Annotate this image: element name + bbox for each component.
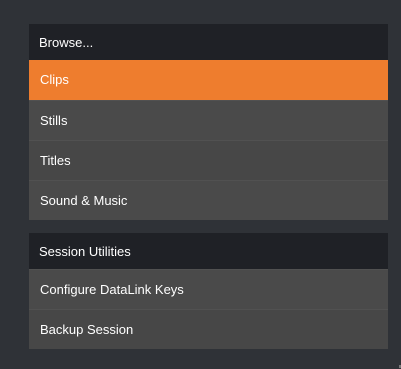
- menu-item-titles[interactable]: Titles: [29, 140, 388, 180]
- session-utilities-panel: Session Utilities Configure DataLink Key…: [29, 233, 388, 349]
- menu-item-backup-session[interactable]: Backup Session: [29, 309, 388, 349]
- menu-item-configure-datalink-keys[interactable]: Configure DataLink Keys: [29, 269, 388, 309]
- session-utilities-header: Session Utilities: [29, 233, 388, 269]
- browse-header: Browse...: [29, 24, 388, 60]
- menu-item-sound-music[interactable]: Sound & Music: [29, 180, 388, 220]
- browse-panel: Browse... Clips Stills Titles Sound & Mu…: [29, 24, 388, 220]
- menu-item-stills[interactable]: Stills: [29, 100, 388, 140]
- menu-item-clips[interactable]: Clips: [29, 60, 388, 100]
